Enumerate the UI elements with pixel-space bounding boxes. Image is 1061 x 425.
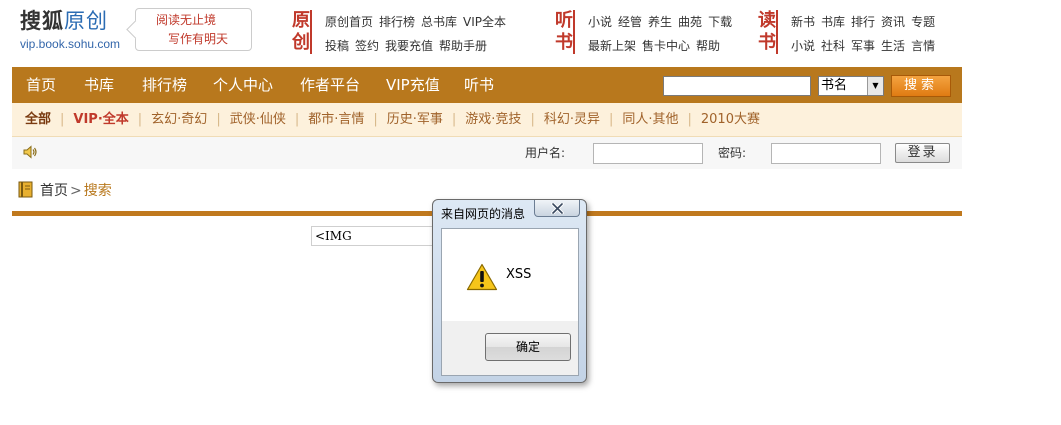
category-list: 全部 | VIP·全本 | 玄幻·奇幻 | 武侠·仙侠 | 都市·言情 | 历史·军事 | 游戏·竞技 |… [25,103,760,137]
category-fantasy[interactable]: 玄幻·奇幻 [151,103,207,137]
username-label: 用户名: [525,146,566,160]
injected-img-text: <IMG [311,226,441,246]
dialog-title: 来自网页的消息 [441,207,526,221]
header-link[interactable]: 书库 [821,15,845,29]
header-link[interactable]: 签约 [355,39,379,53]
site-logo[interactable]: 搜狐原创 vip.book.sohu.com [20,8,120,51]
dialog-message: XSS [506,267,532,282]
password-label: 密码: [718,146,747,160]
login-button[interactable]: 登录 [895,143,950,163]
header-link[interactable]: 帮助 [696,39,720,53]
category-games[interactable]: 游戏·竞技 [465,103,521,137]
category-wuxia[interactable]: 武侠·仙侠 [230,103,286,137]
header-link[interactable]: 排行 [851,15,875,29]
logo-title: 搜狐原创 [20,8,120,34]
nav-item-user-center[interactable]: 个人中心 [213,67,273,103]
group-links: 原创首页 排行榜 总书库 VIP全本 投稿 签约 我要充值 帮助手册 [325,10,512,58]
category-bar: 全部 | VIP·全本 | 玄幻·奇幻 | 武侠·仙侠 | 都市·言情 | 历史·军事 | 游戏·竞技 |… [12,103,962,137]
header-link[interactable]: 生活 [881,39,905,53]
dialog-footer: 确定 [441,321,579,376]
header-link[interactable]: 最新上架 [588,39,636,53]
header-link[interactable]: 曲苑 [678,15,702,29]
logo-part-original: 原创 [64,9,108,33]
category-history[interactable]: 历史·军事 [387,103,443,137]
group-label: 读书 [758,10,778,54]
header-link[interactable]: 原创首页 [325,15,373,29]
logo-part-sohu: 搜狐 [20,9,64,33]
nav-item-library[interactable]: 书库 [84,67,114,103]
slogan-box: 阅读无止境 写作有明天 [135,8,252,51]
category-scifi[interactable]: 科幻·灵异 [544,103,600,137]
header-link[interactable]: 帮助手册 [439,39,487,53]
header-link[interactable]: 经管 [618,15,642,29]
nav-item-ranking[interactable]: 排行榜 [142,67,187,103]
header-link[interactable]: 售卡中心 [642,39,690,53]
header-link[interactable]: 资讯 [881,15,905,29]
warning-icon [466,263,498,291]
search-input[interactable] [663,76,811,96]
ok-button[interactable]: 确定 [485,333,571,361]
header-link[interactable]: 总书库 [421,15,457,29]
password-input[interactable] [771,143,881,164]
book-icon [18,181,33,198]
breadcrumb: 首页 > 搜索 [18,180,112,202]
header-link[interactable]: 投稿 [325,39,349,53]
header-link[interactable]: 养生 [648,15,672,29]
slogan-line-1: 阅读无止境 [156,13,217,27]
group-links: 新书 书库 排行 资讯 专题 小说 社科 军事 生活 言情 [791,10,941,58]
slogan-line-2: 写作有明天 [168,32,229,46]
category-vip[interactable]: VIP·全本 [73,103,128,137]
main-nav: 首页 书库 排行榜 个人中心 作者平台 VIP充值 听书 书名 ▼ 搜索 [12,67,962,103]
header-link[interactable]: 小说 [791,39,815,53]
header-link[interactable]: 社科 [821,39,845,53]
group-label: 原创 [292,10,312,54]
search-type-value: 书名 [821,78,848,93]
header-link[interactable]: 下载 [708,15,732,29]
dialog-close-button[interactable] [534,200,580,217]
header-link[interactable]: 小说 [588,15,612,29]
group-links: 小说 经管 养生 曲苑 下载 最新上架 售卡中心 帮助 [588,10,738,58]
speaker-icon[interactable] [22,144,38,160]
nav-item-author-platform[interactable]: 作者平台 [300,67,360,103]
category-urban[interactable]: 都市·言情 [308,103,364,137]
breadcrumb-separator: > [70,183,82,199]
nav-item-home[interactable]: 首页 [26,67,56,103]
category-contest-2010[interactable]: 2010大赛 [701,103,760,137]
breadcrumb-current: 搜索 [83,183,112,199]
header-link[interactable]: 军事 [851,39,875,53]
close-icon [551,203,564,214]
group-label: 听书 [555,10,575,54]
logo-url: vip.book.sohu.com [20,37,121,51]
nav-item-vip-recharge[interactable]: VIP充值 [386,67,440,103]
chevron-down-icon[interactable]: ▼ [867,77,883,95]
header-link[interactable]: VIP全本 [463,15,506,29]
header-link[interactable]: 我要充值 [385,39,433,53]
header-link[interactable]: 新书 [791,15,815,29]
search-button[interactable]: 搜索 [891,75,951,97]
header-link[interactable]: 排行榜 [379,15,415,29]
nav-item-audiobook[interactable]: 听书 [464,67,494,103]
category-fanfic[interactable]: 同人·其他 [622,103,678,137]
username-input[interactable] [593,143,703,164]
header-link[interactable]: 言情 [911,39,935,53]
search-type-select[interactable]: 书名 ▼ [818,76,884,96]
header-link[interactable]: 专题 [911,15,935,29]
login-bar: 用户名: 密码: 登录 [12,137,962,169]
dialog-body: XSS [441,228,579,322]
category-all[interactable]: 全部 [25,103,51,137]
breadcrumb-home[interactable]: 首页 [40,183,68,199]
alert-dialog: 来自网页的消息 XSS 确定 [432,199,587,383]
